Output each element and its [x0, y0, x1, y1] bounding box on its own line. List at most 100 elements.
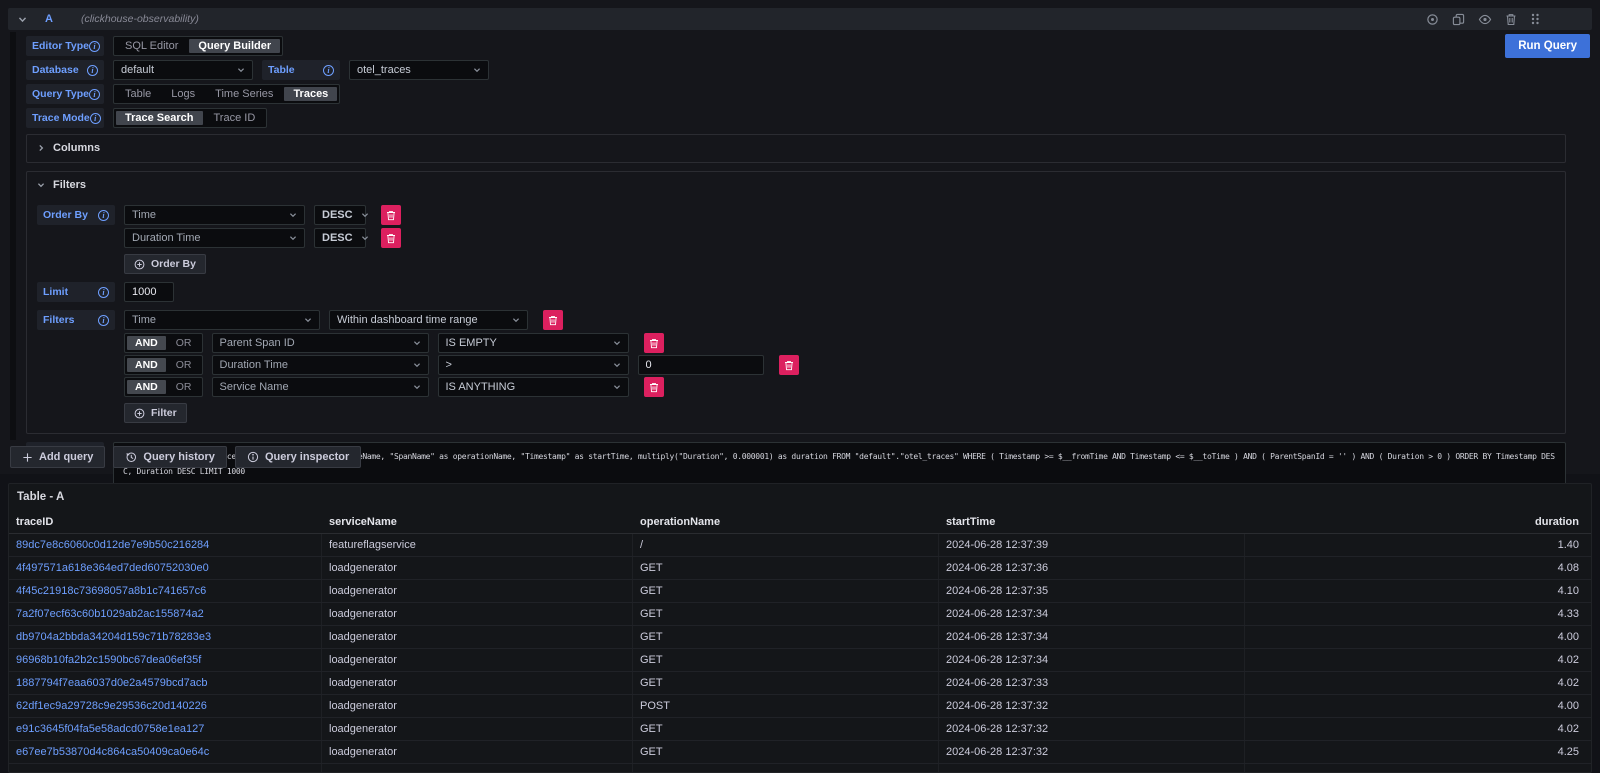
trace-id-link[interactable]: 4f45c21918c73698057a8b1c741657c6 [9, 580, 322, 602]
trace-mode-option-trace-search[interactable]: Trace Search [116, 111, 203, 125]
remove-filter-button[interactable] [543, 310, 563, 330]
add-query-button[interactable]: Add query [10, 446, 105, 468]
filter-field-select[interactable]: Parent Span ID [212, 333, 429, 353]
duplicate-query-icon[interactable] [1452, 13, 1465, 26]
collapse-chevron-icon[interactable] [18, 15, 27, 24]
duration-cell: 1.40 [1245, 534, 1591, 556]
service-name-cell: loadgenerator [322, 557, 633, 579]
table-select[interactable]: otel_traces [349, 60, 489, 80]
trace-id-link[interactable]: 96968b10fa2b2c1590bc67dea06ef35f [9, 649, 322, 671]
chevron-down-icon [613, 339, 621, 347]
service-name-cell: loadgenerator [322, 741, 633, 763]
order-by-direction-select[interactable]: DESC [314, 205, 366, 225]
start-time-cell: 2024-06-28 12:37:33 [939, 672, 1245, 694]
filter-value-input[interactable] [638, 355, 764, 375]
bool-or-option[interactable]: OR [168, 380, 200, 394]
trace-id-link[interactable]: 4f497571a618e364ed7ded60752030e0 [9, 557, 322, 579]
trace-id-link [9, 764, 322, 773]
remove-filter-button[interactable] [779, 355, 799, 375]
record-circle-icon[interactable] [1426, 13, 1439, 26]
filter-field-select[interactable]: Service Name [212, 377, 429, 397]
order-by-field-select[interactable]: Time [124, 205, 305, 225]
trace-id-link[interactable]: db9704a2bbda34204d159c71b78283e3 [9, 626, 322, 648]
table-row: 4f45c21918c73698057a8b1c741657c6loadgene… [9, 580, 1591, 603]
column-header-start-time[interactable]: startTime [939, 510, 1245, 533]
info-icon: i [98, 287, 109, 298]
editor-type-option-query-builder[interactable]: Query Builder [189, 39, 280, 53]
start-time-cell: 2024-06-28 12:37:34 [939, 603, 1245, 625]
operation-name-cell: GET [633, 580, 939, 602]
filter-operator-select[interactable]: IS ANYTHING [438, 377, 629, 397]
filter-operator-select[interactable]: IS EMPTY [438, 333, 629, 353]
start-time-cell: 2024-06-28 12:37:32 [939, 718, 1245, 740]
bool-or-option[interactable]: OR [168, 336, 200, 350]
operation-name-cell [633, 764, 939, 773]
filters-label: Filtersi [37, 310, 115, 330]
bool-and-option[interactable]: AND [127, 358, 166, 372]
filter-field-select[interactable]: Duration Time [212, 355, 429, 375]
query-row-left-guide [10, 32, 16, 440]
trace-id-link[interactable]: 1887794f7eaa6037d0e2a4579bcd7acb [9, 672, 322, 694]
chevron-down-icon [289, 234, 297, 242]
toggle-visibility-eye-icon[interactable] [1478, 13, 1492, 26]
bool-and-option[interactable]: AND [127, 380, 166, 394]
trace-id-link[interactable]: 62df1ec9a29728c9e29536c20d140226 [9, 695, 322, 717]
info-icon: i [90, 113, 101, 124]
query-row-actions [1426, 12, 1582, 26]
service-name-cell: featureflagservice [322, 534, 633, 556]
column-header-duration[interactable]: duration [1245, 510, 1591, 533]
remove-filter-button[interactable] [644, 333, 664, 353]
bool-operator-switch: AND OR [124, 355, 203, 375]
trace-id-link[interactable]: e67ee7b53870d4c864ca50409ca0e64c [9, 741, 322, 763]
remove-query-trash-icon[interactable] [1505, 13, 1517, 26]
order-by-field-select[interactable]: Duration Time [124, 228, 305, 248]
bool-or-option[interactable]: OR [168, 358, 200, 372]
table-row: 89dc7e8c6060c0d12de7e9b50c216284featuref… [9, 534, 1591, 557]
filter-field-select[interactable]: Time [124, 310, 320, 330]
query-type-option-table[interactable]: Table [116, 87, 160, 101]
remove-order-by-button[interactable] [381, 205, 401, 225]
add-filter-button[interactable]: Filter [124, 403, 187, 423]
operation-name-cell: GET [633, 557, 939, 579]
query-type-option-logs[interactable]: Logs [162, 87, 204, 101]
query-history-button[interactable]: Query history [113, 446, 227, 468]
trace-id-link[interactable]: e91c3645f04fa5e58adcd0758e1ea127 [9, 718, 322, 740]
start-time-cell: 2024-06-28 12:37:39 [939, 534, 1245, 556]
trace-id-link[interactable]: 89dc7e8c6060c0d12de7e9b50c216284 [9, 534, 322, 556]
start-time-cell: 2024-06-28 12:37:32 [939, 741, 1245, 763]
service-name-cell: loadgenerator [322, 603, 633, 625]
add-order-by-row: Order By [37, 254, 1555, 274]
start-time-cell [939, 764, 1245, 773]
limit-input[interactable] [124, 282, 174, 302]
query-type-option-traces[interactable]: Traces [284, 87, 337, 101]
order-by-row-2: Duration Time DESC [37, 228, 1555, 248]
table-header-row: traceID serviceName operationName startT… [9, 510, 1591, 534]
bool-and-option[interactable]: AND [127, 336, 166, 350]
filter-operator-select[interactable]: > [438, 355, 629, 375]
columns-section-toggle[interactable]: Columns [37, 140, 1555, 156]
column-header-trace-id[interactable]: traceID [9, 510, 322, 533]
drag-handle-icon[interactable] [1530, 12, 1540, 26]
query-type-option-time-series[interactable]: Time Series [206, 87, 282, 101]
operation-name-cell: GET [633, 718, 939, 740]
trace-id-link[interactable]: 7a2f07ecf63c60b1029ab2ac155874a2 [9, 603, 322, 625]
remove-order-by-button[interactable] [381, 228, 401, 248]
filters-section-toggle[interactable]: Filters [37, 177, 1555, 193]
add-order-by-button[interactable]: Order By [124, 254, 206, 274]
duration-cell: 4.02 [1245, 718, 1591, 740]
column-header-operation-name[interactable]: operationName [633, 510, 939, 533]
editor-type-option-sql-editor[interactable]: SQL Editor [116, 39, 187, 53]
bool-operator-switch: AND OR [124, 377, 203, 397]
column-header-service-name[interactable]: serviceName [322, 510, 633, 533]
query-inspector-button[interactable]: Query inspector [235, 446, 361, 468]
chevron-down-icon [361, 234, 369, 242]
remove-filter-button[interactable] [644, 377, 664, 397]
table-row: e91c3645f04fa5e58adcd0758e1ea127loadgene… [9, 718, 1591, 741]
database-select[interactable]: default [113, 60, 253, 80]
trace-mode-option-trace-id[interactable]: Trace ID [205, 111, 265, 125]
duration-cell: 4.10 [1245, 580, 1591, 602]
duration-cell [1245, 764, 1591, 773]
datasource-name: (clickhouse-observability) [81, 13, 199, 25]
filter-condition-select[interactable]: Within dashboard time range [329, 310, 528, 330]
order-by-direction-select[interactable]: DESC [314, 228, 366, 248]
